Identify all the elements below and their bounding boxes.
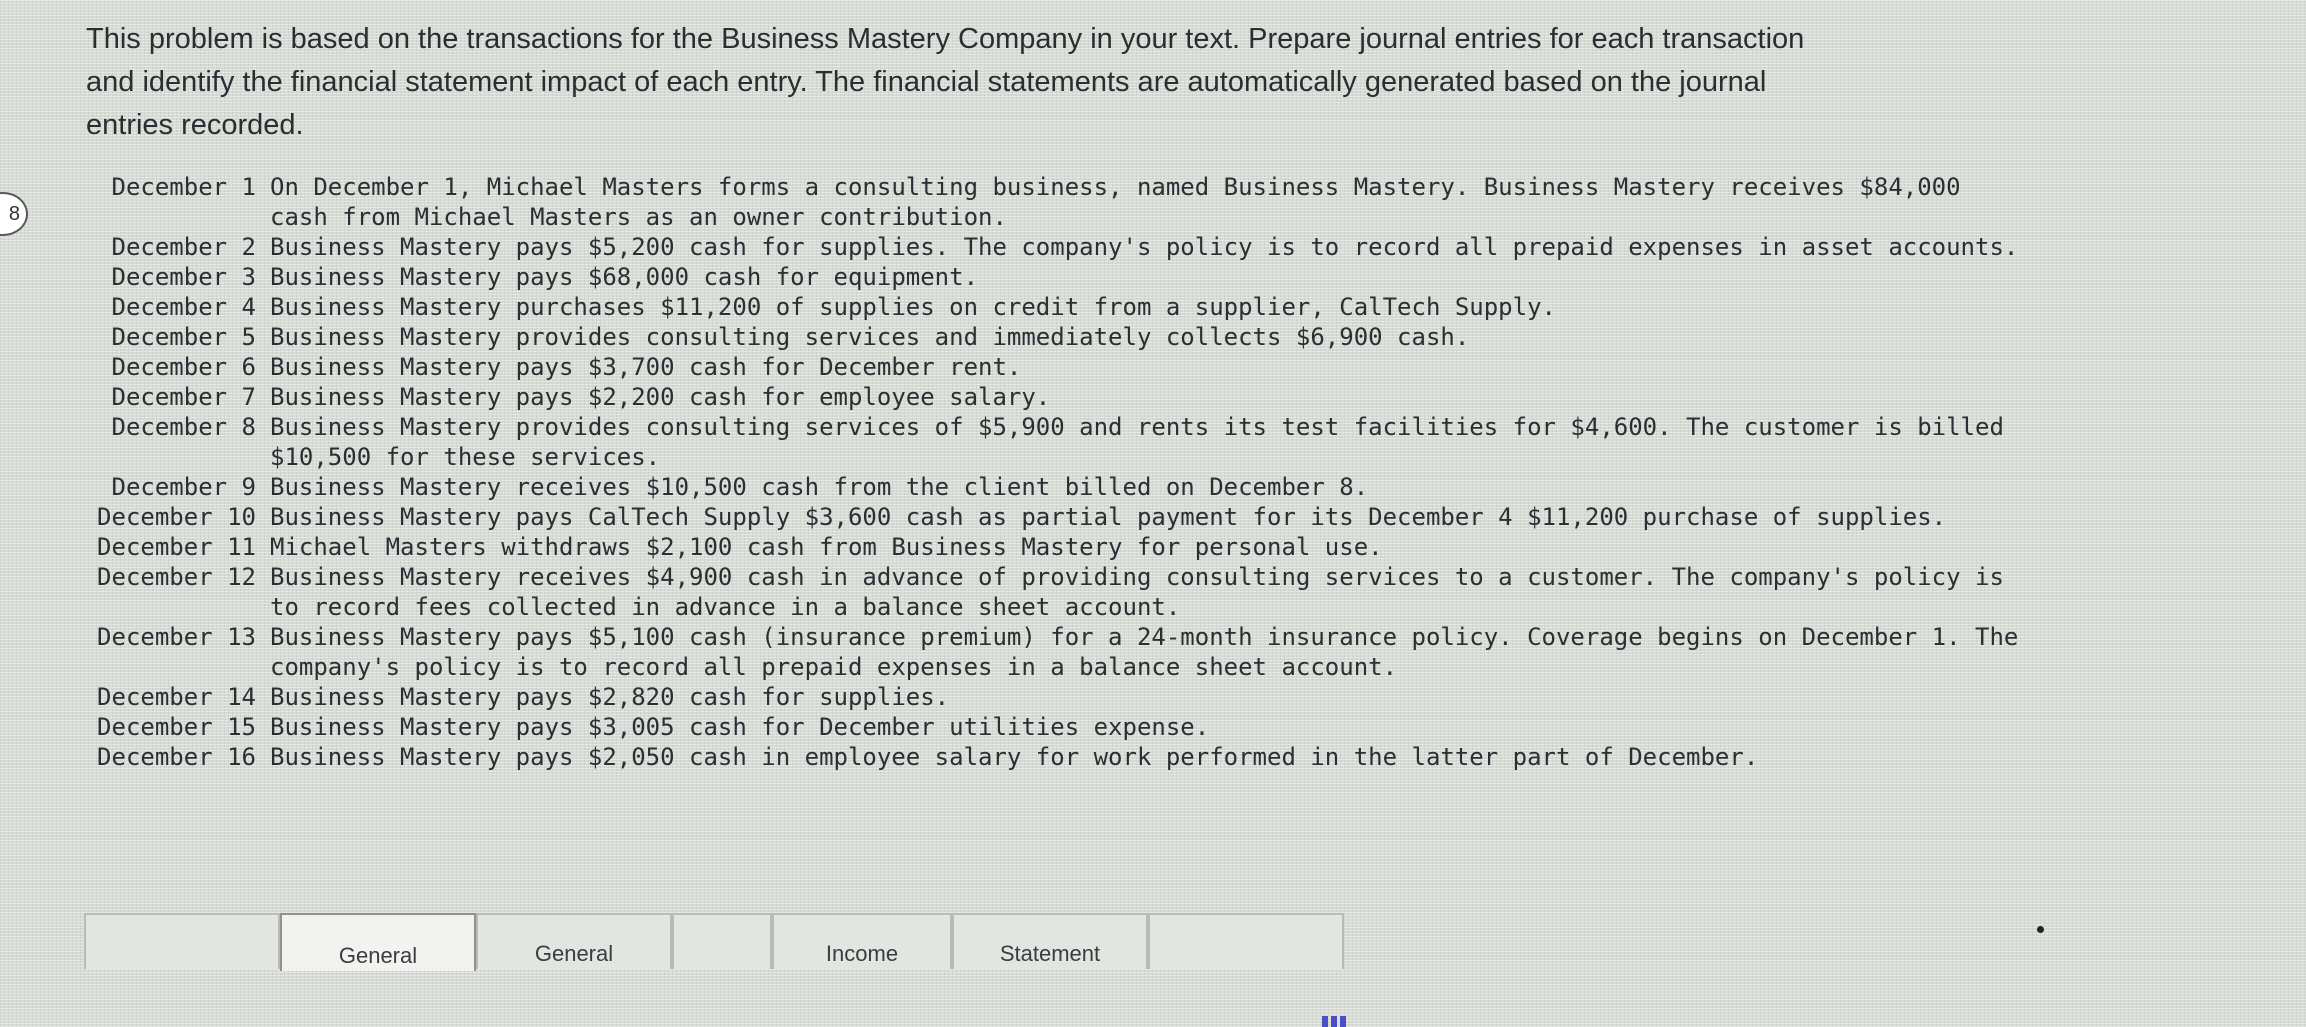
transaction-description: Business Mastery pays $2,050 cash in emp…	[270, 743, 1759, 771]
tab-income-statement[interactable]: Income	[772, 913, 952, 969]
transaction-item: December 8 Business Mastery provides con…	[68, 412, 2028, 472]
transaction-description: Business Mastery pays $5,200 cash for su…	[270, 233, 2019, 261]
transaction-item: December 13 Business Mastery pays $5,100…	[68, 622, 2028, 682]
transaction-date: December 3	[111, 263, 257, 291]
transaction-item: December 9 Business Mastery receives $10…	[68, 472, 2028, 502]
transaction-date: December 13	[97, 623, 256, 651]
transaction-item: December 12 Business Mastery receives $4…	[68, 562, 2028, 622]
more-dot-icon	[2037, 926, 2044, 933]
transaction-item: December 7 Business Mastery pays $2,200 …	[68, 382, 2028, 412]
transaction-date: December 11	[97, 533, 256, 561]
transaction-item: December 2 Business Mastery pays $5,200 …	[68, 232, 2028, 262]
transaction-description: Michael Masters withdraws $2,100 cash fr…	[270, 533, 1383, 561]
transaction-item: December 1 On December 1, Michael Master…	[68, 172, 2028, 232]
transaction-date: December 5	[111, 323, 257, 351]
transaction-date: December 16	[97, 743, 256, 771]
transaction-description: Business Mastery pays $2,200 cash for em…	[270, 383, 1051, 411]
indicator-bar	[1322, 1016, 1328, 1027]
indicator-bar	[1331, 1016, 1337, 1027]
transaction-description: Business Mastery receives $4,900 cash in…	[270, 563, 2004, 621]
transaction-description: Business Mastery pays $3,005 cash for De…	[270, 713, 1210, 741]
transaction-date: December 6	[111, 353, 257, 381]
transaction-description: Business Mastery pays $2,820 cash for su…	[270, 683, 950, 711]
transaction-description: Business Mastery receives $10,500 cash f…	[270, 473, 1369, 501]
transaction-date: December 7	[111, 383, 257, 411]
transaction-list: December 1 On December 1, Michael Master…	[68, 172, 2028, 772]
transaction-date: December 9	[111, 473, 257, 501]
transaction-date: December 8	[111, 413, 257, 441]
tab-blank[interactable]	[1148, 913, 1344, 969]
transaction-description: Business Mastery pays $5,100 cash (insur…	[270, 623, 2019, 681]
tab-statement[interactable]: Statement	[952, 913, 1148, 969]
tab-blank[interactable]	[672, 913, 772, 969]
tab-blank[interactable]	[84, 913, 280, 969]
transaction-description: Business Mastery provides consulting ser…	[270, 323, 1470, 351]
question-number-badge: 8	[0, 192, 28, 236]
transaction-item: December 14 Business Mastery pays $2,820…	[68, 682, 2028, 712]
transaction-description: On December 1, Michael Masters forms a c…	[270, 173, 1961, 231]
transaction-description: Business Mastery provides consulting ser…	[270, 413, 2004, 471]
tab-general-journal[interactable]: General	[280, 913, 476, 971]
transaction-description: Business Mastery pays CalTech Supply $3,…	[270, 503, 1947, 531]
tab-general-ledger[interactable]: General	[476, 913, 672, 969]
transaction-item: December 15 Business Mastery pays $3,005…	[68, 712, 2028, 742]
transaction-item: December 10 Business Mastery pays CalTec…	[68, 502, 2028, 532]
transaction-item: December 11 Michael Masters withdraws $2…	[68, 532, 2028, 562]
transaction-item: December 4 Business Mastery purchases $1…	[68, 292, 2028, 322]
transaction-item: December 16 Business Mastery pays $2,050…	[68, 742, 2028, 772]
transaction-description: Business Mastery pays $68,000 cash for e…	[270, 263, 979, 291]
transaction-item: December 5 Business Mastery provides con…	[68, 322, 2028, 352]
transaction-date: December 4	[111, 293, 257, 321]
instructions-line: This problem is based on the transaction…	[86, 23, 1805, 55]
transaction-date: December 14	[97, 683, 256, 711]
transaction-date: December 2	[111, 233, 257, 261]
answer-tab-bar: General General Income Statement	[84, 913, 1344, 971]
transaction-description: Business Mastery pays $3,700 cash for De…	[270, 353, 1022, 381]
instructions-line: and identify the financial statement imp…	[86, 66, 1767, 98]
instructions-line: entries recorded.	[86, 109, 304, 141]
transaction-date: December 12	[97, 563, 256, 591]
transaction-date: December 15	[97, 713, 256, 741]
transaction-date: December 10	[97, 503, 256, 531]
loading-indicator	[1322, 1016, 1346, 1027]
transaction-description: Business Mastery purchases $11,200 of su…	[270, 293, 1556, 321]
transaction-item: December 6 Business Mastery pays $3,700 …	[68, 352, 2028, 382]
transaction-item: December 3 Business Mastery pays $68,000…	[68, 262, 2028, 292]
problem-instructions: This problem is based on the transaction…	[86, 18, 2086, 147]
indicator-bar	[1340, 1016, 1346, 1027]
transaction-date: December 1	[111, 173, 257, 201]
